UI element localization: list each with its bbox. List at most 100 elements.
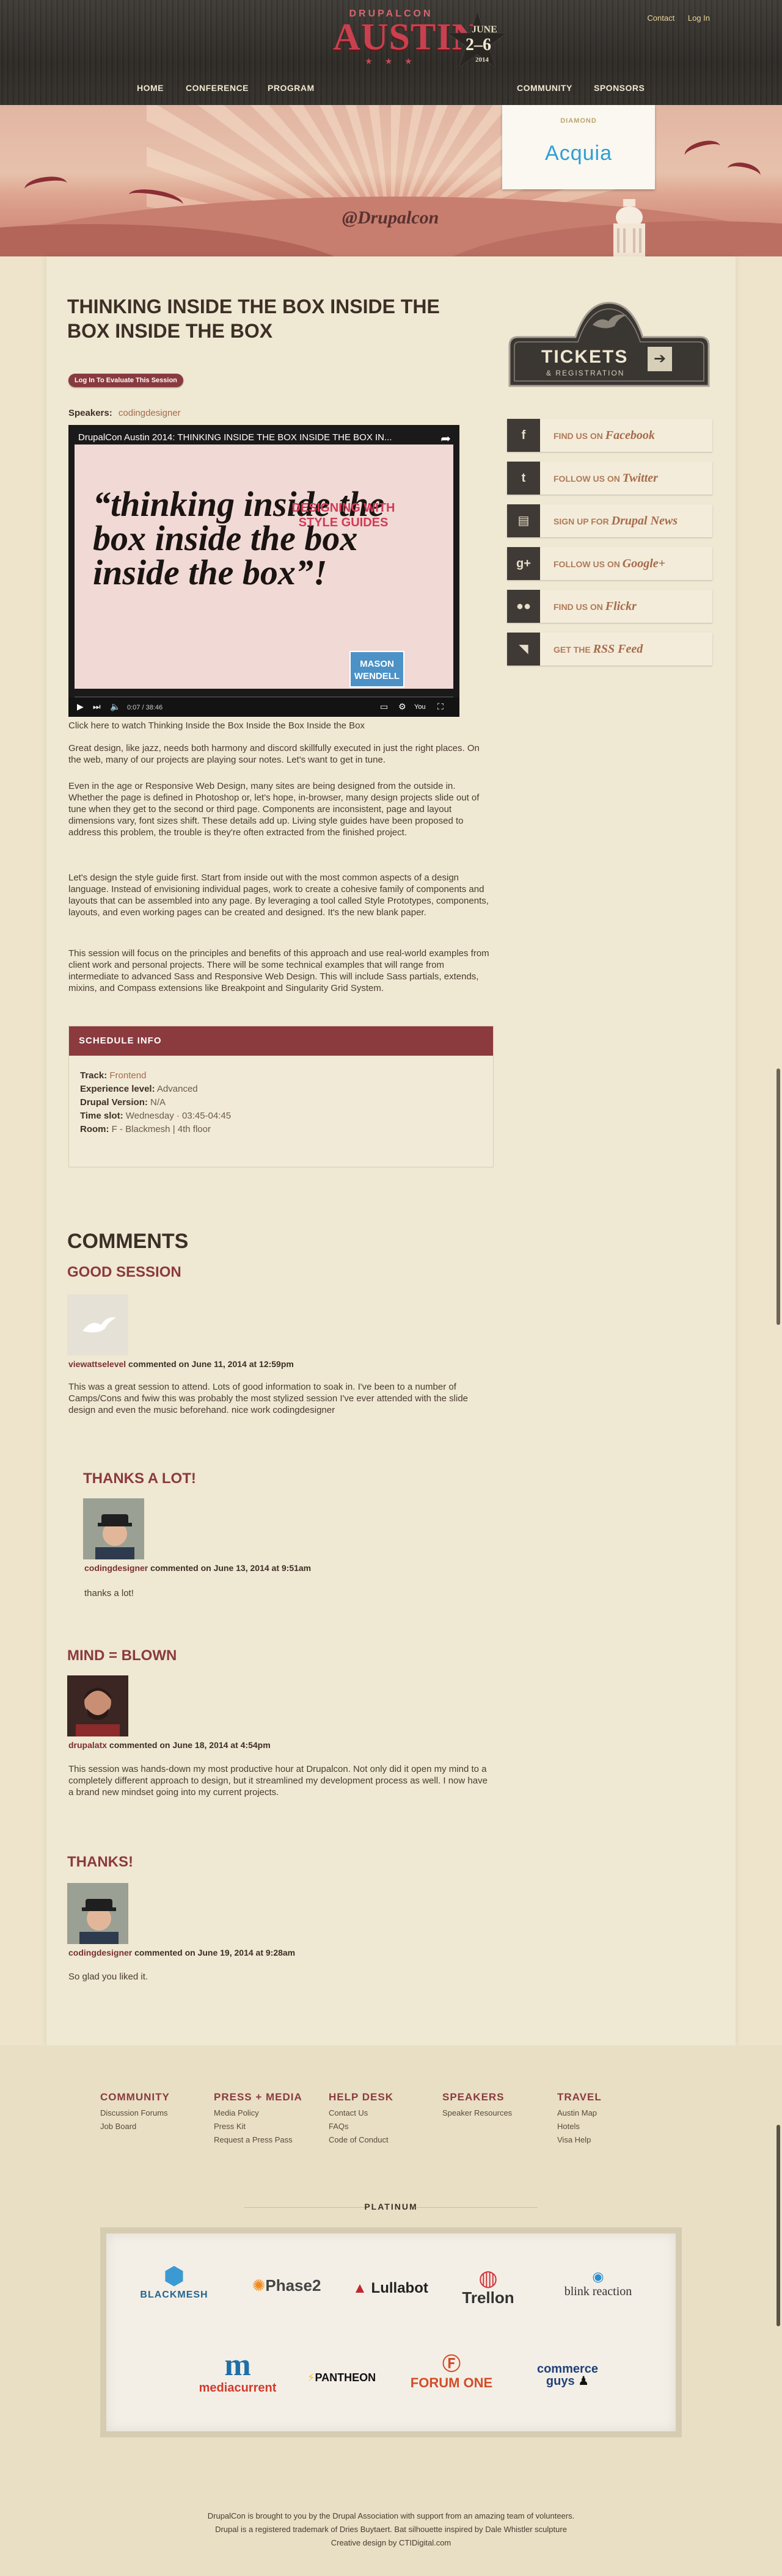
footer-link[interactable]: Press Kit <box>214 2120 302 2133</box>
pantheon-icon: ⚡ <box>307 2371 315 2384</box>
forum-one-logo[interactable]: Ⓕ FORUM ONE <box>393 2354 510 2391</box>
blackmesh-logo[interactable]: ⬢ BLACKMESH <box>128 2263 220 2301</box>
trellon-logo[interactable]: ◍ Trellon <box>448 2267 528 2307</box>
mediacurrent-logo[interactable]: m mediacurrent <box>186 2349 290 2395</box>
contact-link[interactable]: Contact <box>647 13 674 23</box>
footer-link[interactable]: Austin Map <box>557 2106 602 2120</box>
platinum-heading: PLATINUM <box>364 2202 418 2211</box>
slide-side-title: DESIGNING WITH STYLE GUIDES <box>291 501 395 529</box>
blink-reaction-logo[interactable]: ◉ blink reaction <box>546 2269 650 2299</box>
logo-date-star: ★ JUNE 2–6 2014 <box>447 8 514 75</box>
twitter-link[interactable]: t FOLLOW US ON Twitter <box>507 462 712 495</box>
footer-link[interactable]: Speaker Resources <box>442 2106 512 2120</box>
comment-author[interactable]: codingdesigner <box>68 1948 132 1957</box>
video-frame[interactable]: “thinking inside the box inside the box … <box>75 444 453 689</box>
divider <box>415 2207 538 2208</box>
nav-home[interactable]: HOME <box>137 83 164 93</box>
avatar[interactable] <box>67 1883 128 1944</box>
credit-line: DrupalCon is brought to you by the Drupa… <box>207 2511 575 2520</box>
footer-link[interactable]: Job Board <box>100 2120 170 2133</box>
facebook-link[interactable]: f FIND US ON Facebook <box>507 419 712 452</box>
watch-video-link[interactable]: Click here to watch Thinking Inside the … <box>68 720 365 731</box>
capitol-icon <box>613 199 645 256</box>
footer-column-speakers: SPEAKERS Speaker Resources <box>442 2091 512 2120</box>
nav-sponsors[interactable]: SPONSORS <box>594 83 645 93</box>
track-link[interactable]: Frontend <box>109 1070 146 1081</box>
scrollbar-thumb[interactable] <box>777 1068 780 1325</box>
flickr-icon: ●● <box>507 590 540 623</box>
logo-year: 2014 <box>475 56 489 63</box>
footer-link[interactable]: FAQs <box>329 2120 393 2133</box>
logo-days: 2–6 <box>466 35 491 54</box>
newsletter-link[interactable]: ▤ SIGN UP FOR Drupal News <box>507 504 712 537</box>
play-icon[interactable]: ▶ <box>77 702 84 712</box>
forum-one-icon: Ⓕ <box>442 2354 461 2375</box>
phase2-logo[interactable]: ✺Phase2 <box>241 2276 332 2295</box>
lullabot-logo[interactable]: ▲ Lullabot <box>345 2280 436 2297</box>
newsletter-icon: ▤ <box>507 504 540 537</box>
flickr-link[interactable]: ●● FIND US ON Flickr <box>507 590 712 623</box>
comment-title: THANKS! <box>67 1854 133 1870</box>
captions-icon[interactable]: ▭ <box>380 702 388 712</box>
avatar[interactable] <box>83 1498 144 1559</box>
description-paragraph: Even in the age or Responsive Web Design… <box>68 781 480 838</box>
avatar[interactable] <box>67 1294 128 1355</box>
schedule-heading: SCHEDULE INFO <box>69 1026 493 1056</box>
footer-credits: DrupalCon is brought to you by the Drupa… <box>0 2509 782 2550</box>
google-plus-link[interactable]: g+ FOLLOW US ON Google+ <box>507 547 712 580</box>
comment-title: THANKS A LOT! <box>83 1470 196 1487</box>
nav-program[interactable]: PROGRAM <box>268 83 315 93</box>
comment-text: This session was hands-down my most prod… <box>68 1764 488 1798</box>
logo-month: JUNE <box>472 24 497 35</box>
logo-big-text: AUSTIN <box>333 16 480 58</box>
pantheon-logo[interactable]: ⚡PANTHEON <box>296 2371 387 2384</box>
tickets-registration-button[interactable]: TICKETS & REGISTRATION ➔ <box>507 294 711 392</box>
footer-link[interactable]: Hotels <box>557 2120 602 2133</box>
footer-heading: TRAVEL <box>557 2091 602 2103</box>
commerce-guys-logo[interactable]: commerce guys ♟ <box>522 2363 613 2387</box>
settings-icon[interactable]: ⚙ <box>398 702 406 712</box>
blink-icon: ◉ <box>592 2269 604 2284</box>
drupalcon-austin-logo[interactable]: DRUPALCON AUSTIN ★ ★ ★ <box>333 9 480 82</box>
footer-link[interactable]: Discussion Forums <box>100 2106 170 2120</box>
footer-link[interactable]: Request a Press Pass <box>214 2133 302 2147</box>
evaluate-session-button[interactable]: Log In To Evaluate This Session <box>68 374 183 387</box>
avatar[interactable] <box>67 1675 128 1736</box>
footer-column-community: COMMUNITY Discussion Forums Job Board <box>100 2091 170 2133</box>
credit-link[interactable]: Creative design by CTIDigital.com <box>0 2536 782 2550</box>
comment-author[interactable]: codingdesigner <box>84 1563 148 1573</box>
utility-links: Contact Log In <box>636 13 710 23</box>
video-player[interactable]: DrupalCon Austin 2014: THINKING INSIDE T… <box>68 425 459 717</box>
fullscreen-icon[interactable]: ⛶ <box>437 702 444 712</box>
diamond-sponsor-card[interactable]: DIAMOND Acquia <box>502 105 655 189</box>
comment-title: MIND = BLOWN <box>67 1647 177 1664</box>
nav-community[interactable]: COMMUNITY <box>517 83 572 93</box>
footer-heading: SPEAKERS <box>442 2091 505 2103</box>
footer-link[interactable]: Code of Conduct <box>329 2133 393 2147</box>
comment-author[interactable]: viewattselevel <box>68 1359 126 1369</box>
platinum-sponsors-box: ⬢ BLACKMESH ✺Phase2 ▲ Lullabot ◍ Trellon… <box>100 2227 682 2437</box>
footer-link[interactable]: Visa Help <box>557 2133 602 2147</box>
footer-link[interactable]: Media Policy <box>214 2106 302 2120</box>
hero-banner: @Drupalcon DIAMOND Acquia <box>0 105 782 256</box>
volume-icon[interactable]: 🔈 <box>110 702 120 712</box>
schedule-row: Experience level: Advanced <box>80 1084 198 1094</box>
rss-link[interactable]: ◥ GET THE RSS Feed <box>507 633 712 666</box>
tickets-label: TICKETS <box>541 347 629 367</box>
comment-title: GOOD SESSION <box>67 1264 181 1280</box>
scrollbar-thumb[interactable] <box>777 2125 780 2326</box>
top-bar: DRUPALCON AUSTIN ★ ★ ★ ★ JUNE 2–6 2014 C… <box>0 0 782 105</box>
speaker-link[interactable]: codingdesigner <box>119 408 181 418</box>
bat-icon <box>682 137 723 165</box>
footer-link[interactable]: Contact Us <box>329 2106 393 2120</box>
nav-conference[interactable]: CONFERENCE <box>186 83 249 93</box>
acquia-logo: Acquia <box>545 142 612 165</box>
tickets-sign <box>508 302 710 387</box>
youtube-icon[interactable]: You <box>414 703 426 711</box>
log-in-link[interactable]: Log In <box>688 13 710 23</box>
comment-author[interactable]: drupalatx <box>68 1740 107 1750</box>
twitter-handle[interactable]: @Drupalcon <box>342 208 439 228</box>
slide-badge: MASON WENDELL <box>349 651 404 688</box>
video-title[interactable]: DrupalCon Austin 2014: THINKING INSIDE T… <box>78 432 392 443</box>
next-icon[interactable]: ⏭ <box>93 702 101 712</box>
